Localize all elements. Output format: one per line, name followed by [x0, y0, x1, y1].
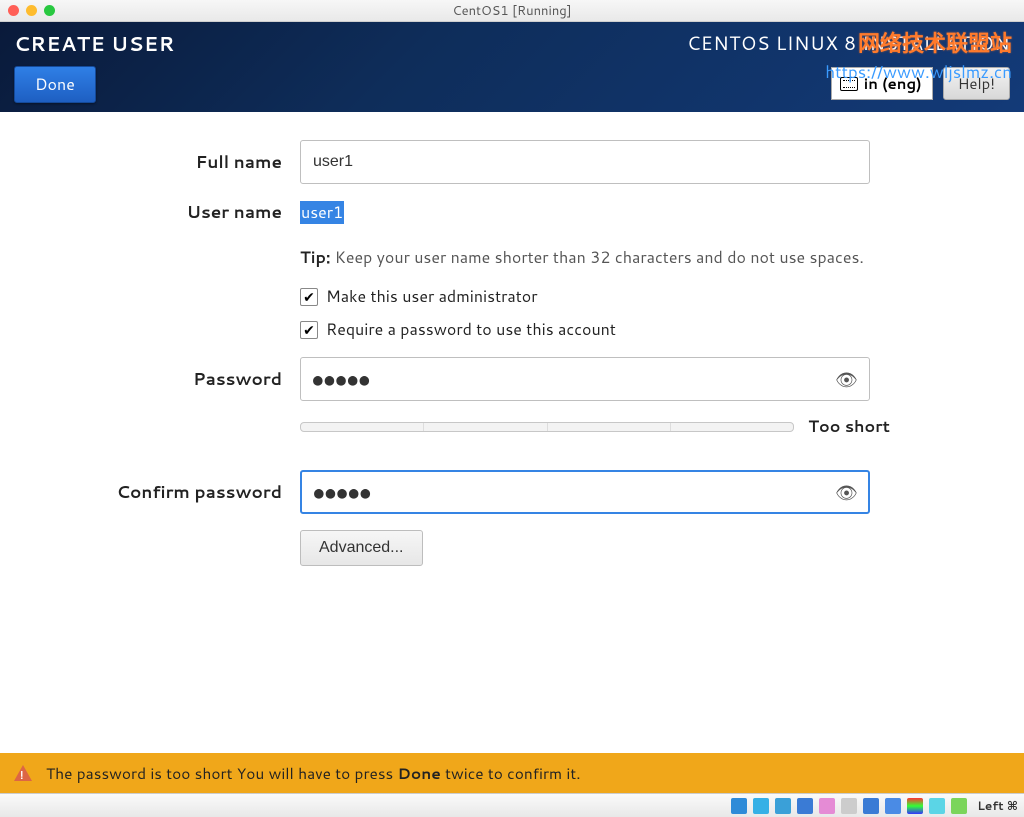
make-admin-checkbox-row[interactable]: Make this user administrator — [300, 285, 890, 308]
help-button[interactable]: Help! — [943, 67, 1010, 100]
warning-icon — [14, 765, 32, 781]
vb-network-icon[interactable] — [797, 798, 813, 814]
keyboard-layout-indicator[interactable]: in (eng) — [831, 67, 933, 100]
show-password-icon[interactable]: 👁 — [835, 366, 858, 392]
require-password-checkbox[interactable] — [300, 321, 318, 339]
keyboard-layout-label: in (eng) — [864, 73, 922, 94]
keyboard-icon — [840, 77, 858, 91]
username-value-selected: user1 — [300, 201, 344, 224]
vb-usb-icon[interactable] — [819, 798, 835, 814]
username-input[interactable]: user1 — [300, 201, 890, 224]
vb-keyboard-captured-icon[interactable] — [951, 798, 967, 814]
warning-bar: The password is too short You will have … — [0, 753, 1024, 793]
installer-header: CREATE USER Done CENTOS LINUX 8 INSTALLA… — [0, 22, 1024, 112]
require-password-checkbox-row[interactable]: Require a password to use this account — [300, 318, 890, 341]
vb-audio-icon[interactable] — [775, 798, 791, 814]
vb-hdd-icon[interactable] — [731, 798, 747, 814]
vb-display-icon[interactable] — [863, 798, 879, 814]
make-admin-label: Make this user administrator — [326, 285, 538, 308]
warning-message: The password is too short You will have … — [46, 762, 581, 784]
vb-mouse-integration-icon[interactable] — [929, 798, 945, 814]
installer-product-label: CENTOS LINUX 8 INSTALLATION — [687, 30, 1010, 57]
macos-titlebar: CentOS1 [Running] — [0, 0, 1024, 22]
password-strength-label: Too short — [808, 415, 890, 438]
virtualbox-status-bar: Left ⌘ — [0, 793, 1024, 817]
username-tip: Tip: Keep your user name shorter than 32… — [300, 246, 890, 269]
show-confirm-password-icon[interactable]: 👁 — [835, 479, 858, 505]
advanced-button[interactable]: Advanced... — [300, 530, 423, 566]
fullname-input[interactable] — [300, 140, 870, 184]
window-title: CentOS1 [Running] — [0, 2, 1024, 20]
require-password-label: Require a password to use this account — [326, 318, 616, 341]
password-strength-meter — [300, 422, 794, 432]
confirm-password-input[interactable] — [300, 470, 870, 514]
vb-recording-icon[interactable] — [885, 798, 901, 814]
tip-text: Keep your user name shorter than 32 char… — [330, 246, 863, 269]
tip-prefix: Tip: — [300, 246, 330, 269]
done-button[interactable]: Done — [14, 66, 96, 103]
create-user-form: Full name User name user1 Tip: Keep your… — [0, 112, 1024, 753]
password-label: Password — [0, 367, 300, 391]
vb-cpu-icon[interactable] — [907, 798, 923, 814]
password-input[interactable] — [300, 357, 870, 401]
fullname-label: Full name — [0, 150, 300, 174]
vb-host-key: Left ⌘ — [977, 797, 1018, 814]
username-label: User name — [0, 200, 300, 224]
make-admin-checkbox[interactable] — [300, 288, 318, 306]
vb-optical-icon[interactable] — [753, 798, 769, 814]
vb-shared-folders-icon[interactable] — [841, 798, 857, 814]
confirm-password-label: Confirm password — [0, 480, 300, 504]
